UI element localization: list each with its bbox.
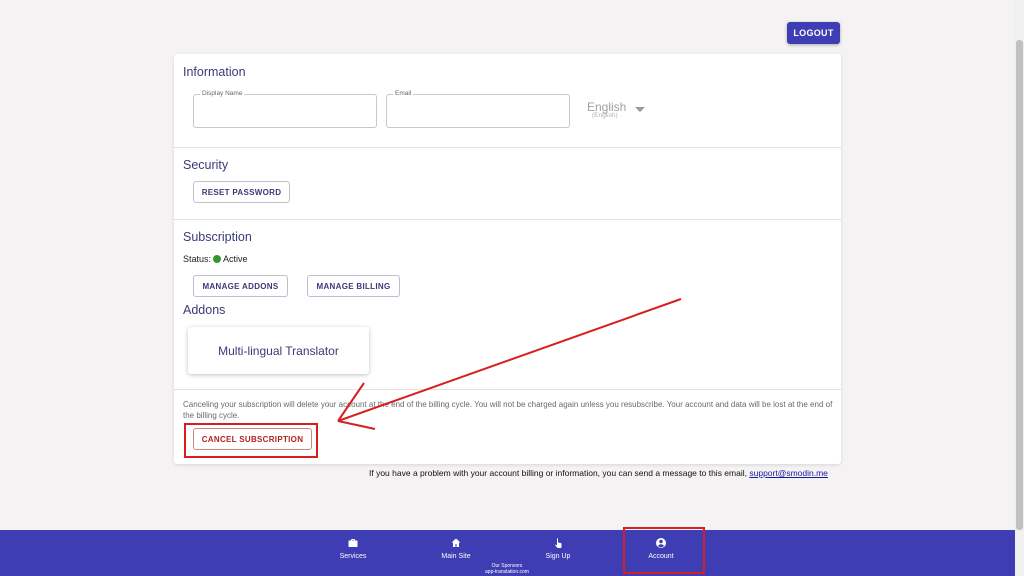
subscription-status: Status: Active (183, 254, 248, 264)
manage-addons-button[interactable]: MANAGE ADDONS (193, 275, 288, 297)
briefcase-icon (348, 539, 358, 547)
subscription-heading: Subscription (183, 230, 252, 244)
sponsors: Our Sponsors app-translation.com (467, 563, 547, 575)
section-divider (174, 147, 841, 148)
cancellation-notice: Canceling your subscription will delete … (183, 400, 833, 420)
nav-item-sign-up[interactable]: Sign Up (523, 537, 593, 560)
touch-icon (555, 538, 562, 548)
email-input[interactable] (387, 95, 569, 127)
status-label: Status: (183, 254, 212, 264)
status-value: Active (223, 254, 248, 264)
highlight-box-account (623, 527, 705, 574)
reset-password-button[interactable]: RESET PASSWORD (193, 181, 290, 203)
support-email-link[interactable]: support@smodin.me (749, 468, 828, 478)
account-settings-card: Information Display Name Email English (… (174, 54, 841, 464)
language-native-name: (English) (592, 112, 618, 119)
display-name-label: Display Name (200, 90, 245, 97)
nav-label: Services (339, 553, 367, 560)
logout-button[interactable]: LOGOUT (787, 22, 840, 44)
highlight-box-cancel (184, 423, 318, 458)
nav-item-services[interactable]: Services (318, 537, 388, 560)
email-label: Email (393, 90, 414, 97)
manage-billing-button[interactable]: MANAGE BILLING (307, 275, 400, 297)
status-dot-icon (213, 255, 222, 263)
language-select[interactable]: English (English) (587, 100, 647, 122)
chevron-down-icon (635, 107, 645, 112)
addon-card[interactable]: Multi-lingual Translator (188, 327, 369, 374)
sponsor-link[interactable]: app-translation.com (467, 569, 547, 575)
display-name-field[interactable]: Display Name (193, 90, 377, 128)
information-heading: Information (183, 65, 246, 79)
nav-item-main-site[interactable]: Main Site (421, 537, 491, 560)
nav-label: Sign Up (545, 553, 571, 560)
section-divider (174, 389, 841, 390)
support-text: If you have a problem with your account … (369, 468, 747, 478)
support-message: If you have a problem with your account … (369, 468, 828, 478)
email-field[interactable]: Email (386, 90, 570, 128)
nav-label: Main Site (441, 553, 471, 560)
home-icon (451, 538, 461, 547)
display-name-input[interactable] (194, 95, 376, 127)
page-scrollbar[interactable] (1015, 0, 1024, 576)
bottom-navigation: Services Main Site Sign Up Account Our S… (0, 530, 1015, 576)
security-heading: Security (183, 158, 229, 172)
section-divider (174, 219, 841, 220)
addons-heading: Addons (183, 303, 226, 317)
scrollbar-thumb[interactable] (1016, 40, 1023, 530)
